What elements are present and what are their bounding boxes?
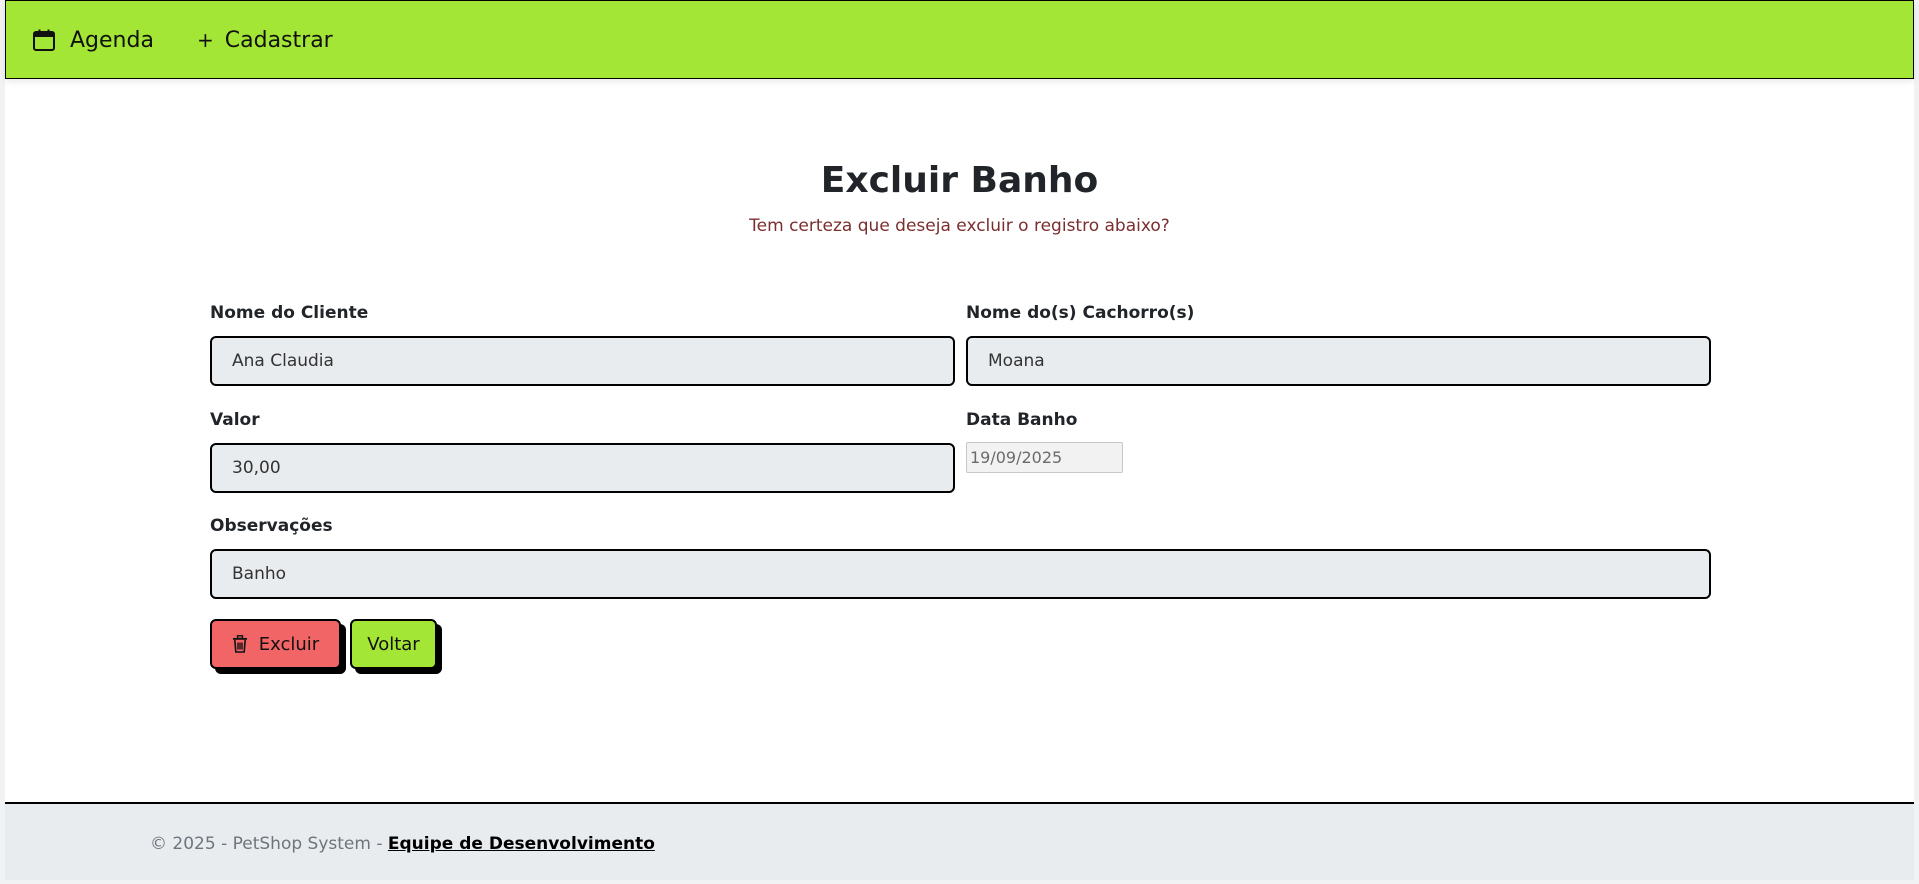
data-banho-input[interactable]	[966, 442, 1123, 473]
valor-input[interactable]	[210, 443, 955, 493]
page-footer: © 2025 - PetShop System - Equipe de Dese…	[5, 802, 1914, 880]
excluir-button[interactable]: Excluir	[210, 619, 341, 669]
footer-copyright: © 2025 - PetShop System -	[150, 834, 388, 854]
cliente-label: Nome do Cliente	[210, 303, 369, 323]
page-subtitle: Tem certeza que deseja excluir o registr…	[749, 216, 1170, 236]
plus-icon: +	[197, 28, 214, 52]
footer-team-link[interactable]: Equipe de Desenvolvimento	[388, 834, 655, 854]
voltar-button-label: Voltar	[367, 633, 420, 655]
observacoes-label: Observações	[210, 516, 333, 536]
cachorro-input[interactable]	[966, 336, 1711, 386]
data-banho-label: Data Banho	[966, 410, 1078, 430]
nav-item-agenda[interactable]: Agenda	[32, 23, 154, 57]
voltar-button[interactable]: Voltar	[350, 619, 437, 669]
observacoes-input[interactable]	[210, 549, 1711, 599]
footer-text: © 2025 - PetShop System - Equipe de Dese…	[150, 834, 655, 854]
cachorro-label: Nome do(s) Cachorro(s)	[966, 303, 1195, 323]
page-frame: Agenda + Cadastrar Excluir Banho Tem cer…	[5, 0, 1914, 880]
nav-item-cadastrar[interactable]: + Cadastrar	[197, 23, 333, 57]
calendar-icon	[32, 28, 56, 52]
cliente-input[interactable]	[210, 336, 955, 386]
trash-icon	[232, 635, 248, 653]
valor-label: Valor	[210, 410, 260, 430]
page-title: Excluir Banho	[820, 160, 1099, 201]
nav-cadastrar-label: Cadastrar	[224, 27, 333, 53]
top-navbar: Agenda + Cadastrar	[5, 0, 1914, 79]
nav-agenda-label: Agenda	[70, 27, 154, 53]
excluir-button-label: Excluir	[258, 633, 320, 655]
